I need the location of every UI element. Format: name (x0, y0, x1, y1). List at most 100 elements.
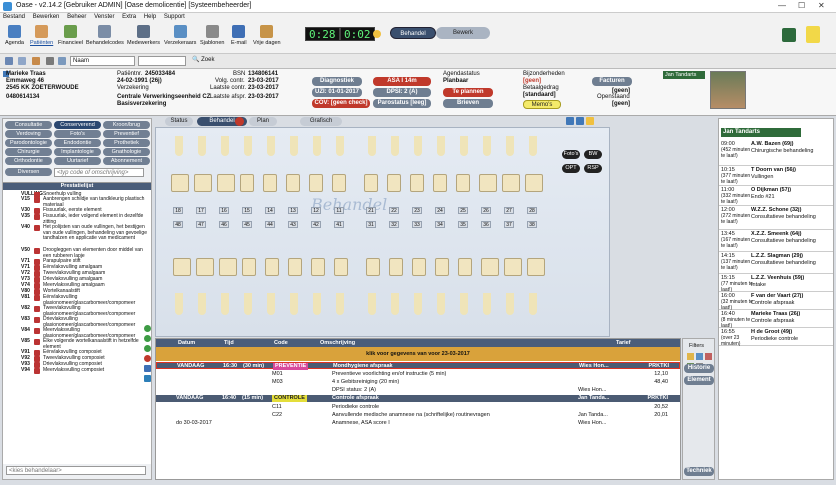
child-icon[interactable] (576, 117, 584, 125)
mode-bewerk-button[interactable]: Bewerk (436, 27, 490, 39)
facturen-button[interactable]: Facturen (592, 77, 632, 86)
filter-tooth-icon[interactable] (696, 353, 703, 360)
search-field-select[interactable]: Naam (70, 56, 135, 66)
tooth-number-upper[interactable]: 26 (481, 207, 491, 214)
agenda-appointment[interactable]: 16:00 (32 minuten te laat!) F van der Vaar… (719, 292, 833, 311)
tooth-number-upper[interactable]: 14 (265, 207, 275, 214)
maximize-icon[interactable]: ☐ (798, 1, 805, 10)
upper-tooth-occlusal[interactable] (332, 174, 346, 192)
cat-gnathologie[interactable]: Gnathologie (103, 148, 150, 156)
add-icon[interactable] (144, 335, 151, 342)
tooth-number-upper[interactable]: 25 (458, 207, 468, 214)
agenda-appointment[interactable]: 12:00 (272 minuten te laat!) W.Z.Z. Schone… (719, 206, 833, 230)
chat-icon[interactable] (782, 28, 796, 42)
agenda-appointment[interactable]: 10:15 (377 minuten te laat!) T Doorn van (… (719, 166, 833, 186)
menu-bestand[interactable]: Bestand (0, 13, 28, 21)
agenda-appointment[interactable]: 09:00 (452 minuten te laat!) A.W. Bazen (6… (719, 140, 833, 166)
toolbar-agenda[interactable]: Agenda (5, 25, 24, 46)
lower-tooth-occlusal[interactable] (435, 258, 449, 276)
lower-tooth-occlusal[interactable] (242, 258, 256, 276)
lower-tooth-occlusal[interactable] (504, 258, 522, 276)
techniek-button[interactable]: Techniek (684, 467, 714, 476)
contact-icon[interactable] (58, 57, 66, 65)
scissors-icon[interactable] (46, 57, 54, 65)
close-icon[interactable]: ✕ (818, 1, 825, 10)
cat-orthodontie[interactable]: Orthodontie (5, 157, 52, 165)
search-button[interactable]: 🔍 Zoek (192, 56, 214, 63)
behandelaar-select[interactable]: <kies behandelaar> (6, 466, 146, 475)
agenda-appointment[interactable]: 15:15 (77 minuten te laat!) L.Z.Z. Veenhui… (719, 274, 833, 293)
upper-tooth-occlusal[interactable] (456, 174, 470, 192)
tooth-number-upper[interactable]: 21 (366, 207, 376, 214)
cat-verdoving[interactable]: Verdoving (5, 130, 52, 138)
tooth-number-lower[interactable]: 38 (527, 221, 537, 228)
bw-button[interactable]: BW (584, 150, 602, 159)
parostatus-button[interactable]: Parostatus [leeg] (373, 99, 431, 108)
dentist-badge[interactable]: Jan Tandarts (663, 71, 705, 79)
bell-icon[interactable] (373, 30, 381, 38)
tab-status[interactable]: Status (165, 117, 193, 126)
menu-bewerken[interactable]: Bewerken (30, 13, 63, 21)
tooth-number-lower[interactable]: 48 (173, 221, 183, 228)
cov-button[interactable]: COV: [geen check] (312, 99, 370, 108)
add-icon[interactable] (144, 345, 151, 352)
cat-consultatie[interactable]: Consultatie (5, 121, 52, 129)
upper-tooth-occlusal[interactable] (217, 174, 235, 192)
table-row[interactable]: M01 Preventieve voorlichting en/of instru… (156, 371, 680, 378)
minimize-icon[interactable]: — (778, 1, 786, 10)
tooth-number-upper[interactable]: 12 (311, 207, 321, 214)
molar-icon[interactable] (586, 117, 594, 125)
cat-implantologie[interactable]: Implantologie (54, 148, 101, 156)
toolbar-verzekeraars[interactable]: Verzekeraars (164, 25, 196, 46)
cat-prothetiek[interactable]: Prothetiek (103, 139, 150, 147)
tooth-number-upper[interactable]: 22 (389, 207, 399, 214)
upper-tooth-occlusal[interactable] (433, 174, 447, 192)
rsp-button[interactable]: RSP (584, 164, 602, 173)
upper-tooth-occlusal[interactable] (410, 174, 424, 192)
toolbar-patienten[interactable]: Patiënten (30, 25, 53, 46)
element-button[interactable]: Element (684, 376, 714, 385)
lower-tooth-occlusal[interactable] (366, 258, 380, 276)
tooth-number-lower[interactable]: 36 (481, 221, 491, 228)
cat-endodontie[interactable]: Endodontie (54, 139, 101, 147)
toolbar-behandelcodes[interactable]: Behandelcodes (86, 25, 124, 46)
tab-grafisch[interactable]: Grafisch (300, 117, 342, 126)
cat-kroon-brug[interactable]: Kroon/brug (103, 121, 150, 129)
lower-tooth-occlusal[interactable] (196, 258, 214, 276)
tooth-number-lower[interactable]: 43 (288, 221, 298, 228)
memo-button[interactable]: Memo's (523, 100, 561, 109)
tooth-number-upper[interactable]: 18 (173, 207, 183, 214)
upper-tooth-occlusal[interactable] (263, 174, 277, 192)
opt-button[interactable]: OPT (562, 164, 580, 173)
add-icon[interactable] (144, 325, 151, 332)
fotos-button[interactable]: Foto's (562, 150, 580, 159)
upper-tooth-occlusal[interactable] (171, 174, 189, 192)
cat-diversen[interactable]: Diversen (5, 168, 52, 176)
lower-tooth-occlusal[interactable] (389, 258, 403, 276)
diagnostiek-button[interactable]: Diagnostiek (312, 77, 362, 86)
filter-folder-icon[interactable] (687, 353, 694, 360)
tooth-number-upper[interactable]: 15 (242, 207, 252, 214)
toolbar-email[interactable]: E-mail (231, 25, 247, 46)
tooth-number-lower[interactable]: 45 (242, 221, 252, 228)
table-row[interactable]: C22 Aanvullende medische anamnese na (sch… (156, 412, 680, 419)
cat-preventief[interactable]: Preventief (103, 130, 150, 138)
lower-tooth-occlusal[interactable] (527, 258, 545, 276)
table-row[interactable]: C11 Periodieke controle 20,52 (156, 404, 680, 411)
table-row[interactable]: DPSI status: 2 (A) Wies Hon... (156, 387, 680, 394)
user-icon[interactable] (5, 57, 13, 65)
upper-tooth-occlusal[interactable] (502, 174, 520, 192)
users-icon[interactable] (18, 57, 26, 65)
lower-tooth-occlusal[interactable] (458, 258, 472, 276)
lower-tooth-occlusal[interactable] (412, 258, 426, 276)
tooth-number-lower[interactable]: 42 (311, 221, 321, 228)
menu-venster[interactable]: Venster (91, 13, 117, 21)
tooth-number-upper[interactable]: 16 (219, 207, 229, 214)
tooth-number-upper[interactable]: 23 (412, 207, 422, 214)
lower-tooth-occlusal[interactable] (173, 258, 191, 276)
agenda-appointment[interactable]: 14:15 (137 minuten te laat!) L.Z.Z. Slagma… (719, 252, 833, 274)
tooth-number-lower[interactable]: 31 (366, 221, 376, 228)
tooth-number-upper[interactable]: 27 (504, 207, 514, 214)
te-plannen-button[interactable]: Te plannen (443, 88, 493, 97)
tooth-number-lower[interactable]: 37 (504, 221, 514, 228)
